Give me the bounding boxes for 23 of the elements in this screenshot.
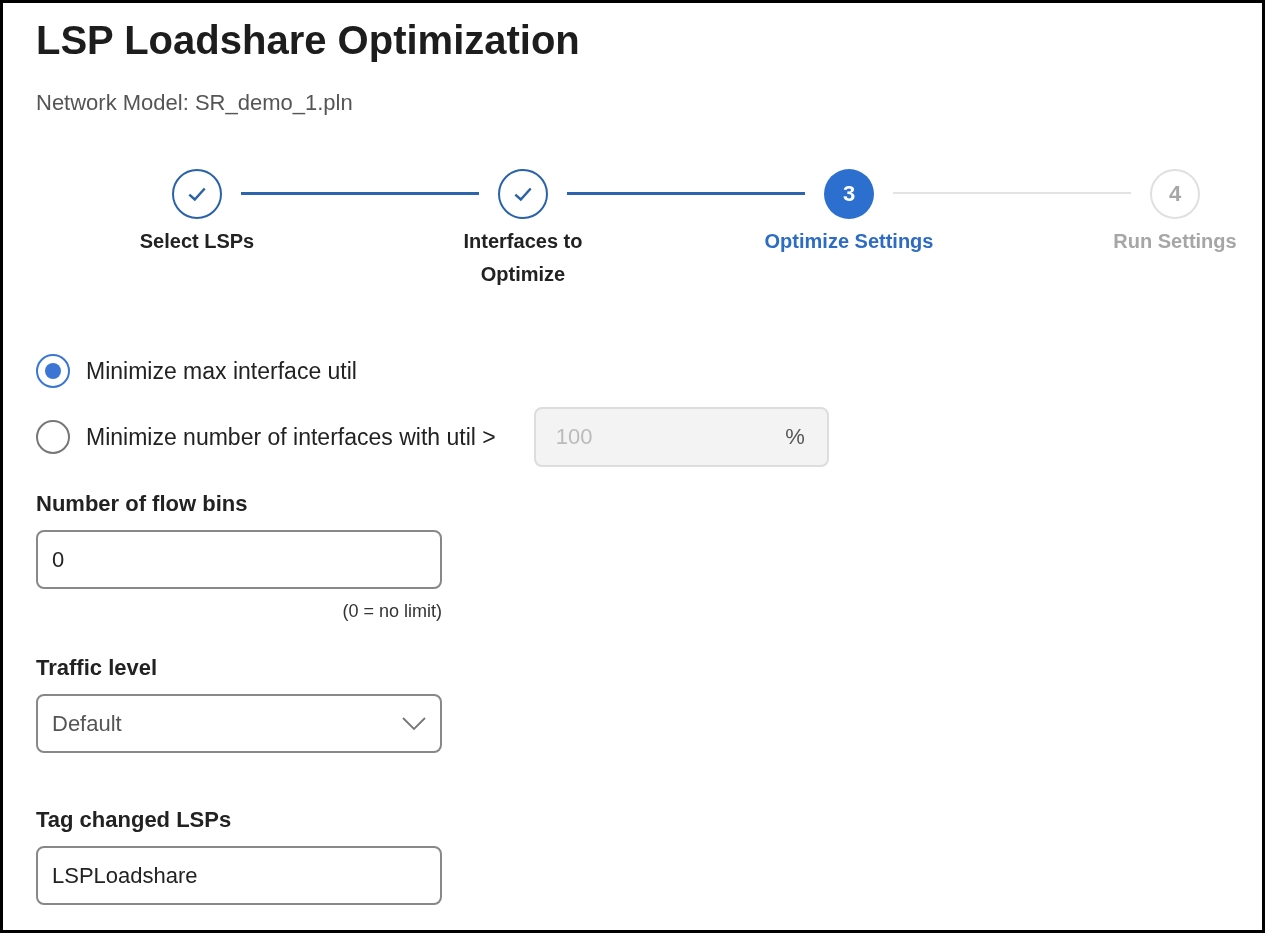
tag-field[interactable]: LSPLoadshare xyxy=(36,846,442,905)
field-hint: (0 = no limit) xyxy=(342,601,442,622)
threshold-value: 100 xyxy=(555,424,593,450)
step-label: Optimize Settings xyxy=(763,229,935,254)
field-label: Traffic level xyxy=(36,654,159,682)
select-value: Default xyxy=(52,710,122,737)
field-label: Number of flow bins xyxy=(36,490,249,518)
step-label: Interfaces to Optimize xyxy=(462,229,584,287)
page-title: LSP Loadshare Optimization xyxy=(36,17,581,64)
step-label: Run Settings xyxy=(1112,229,1238,254)
step-indicator: 3 xyxy=(824,169,874,219)
radio-button[interactable] xyxy=(36,420,70,454)
network-model-label: Network Model: SR_demo_1.pln xyxy=(36,89,354,117)
flow-bins-field[interactable]: 0 xyxy=(36,530,442,589)
step-label: Select LSPs xyxy=(138,229,256,254)
radio-label[interactable]: Minimize number of interfaces with util > xyxy=(86,423,496,451)
field-label: Tag changed LSPs xyxy=(36,806,233,834)
chevron-down-icon xyxy=(402,716,426,731)
traffic-level-select[interactable]: Default xyxy=(36,694,442,753)
radio-label[interactable]: Minimize max interface util xyxy=(86,357,357,385)
step-indicator: 4 xyxy=(1150,169,1200,219)
radio-button[interactable] xyxy=(36,354,70,388)
percent-unit: % xyxy=(785,424,805,450)
